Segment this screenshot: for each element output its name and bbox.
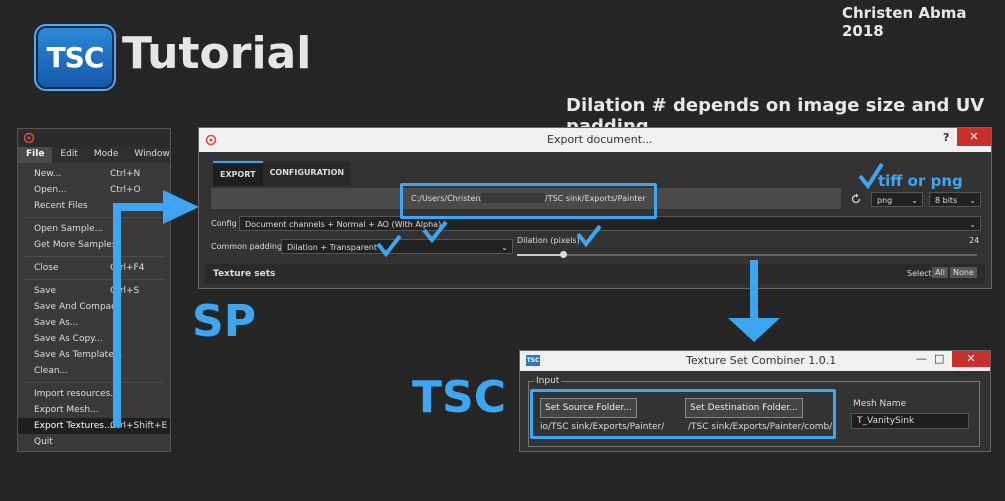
checkmark-icon bbox=[422, 220, 448, 244]
checkmark-icon bbox=[376, 234, 402, 258]
checkmark-icon bbox=[858, 162, 884, 190]
right-arrow-icon bbox=[163, 190, 199, 224]
down-arrow-icon bbox=[728, 260, 780, 342]
annotation-overlay bbox=[113, 162, 884, 427]
vertical-guide-line bbox=[113, 203, 165, 427]
checkmark-icon bbox=[576, 224, 602, 248]
